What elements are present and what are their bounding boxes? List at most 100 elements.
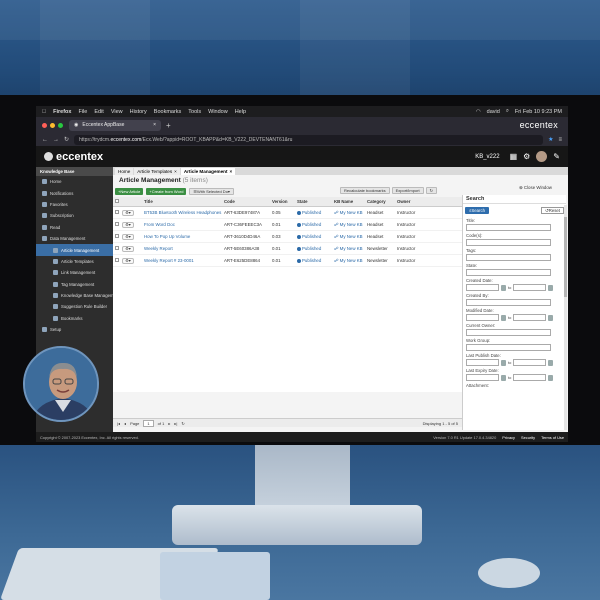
row-title[interactable]: How To Pop Up Volume (144, 234, 224, 239)
calendar-icon[interactable] (548, 314, 554, 321)
menu-edit[interactable]: Edit (94, 109, 103, 115)
search-button[interactable]: ⌕ Search (465, 207, 490, 214)
menu-app[interactable]: Firefox (53, 109, 71, 115)
menu-datetime[interactable]: Fri Feb 10 9:23 PM (515, 109, 562, 115)
menu-user[interactable]: david (487, 109, 500, 115)
date-to-input[interactable] (513, 374, 547, 381)
refresh-button[interactable]: ↻ (425, 187, 437, 194)
date-to-input[interactable] (513, 284, 547, 291)
search-field-input[interactable] (466, 254, 551, 261)
date-from-input[interactable] (466, 314, 499, 321)
row-actions-gear-icon[interactable]: ⚙▾ (122, 221, 134, 228)
table-row[interactable]: ⚙▾ BT53B Bluetooth Wireless Headphones ART… (113, 207, 462, 219)
row-actions-gear-icon[interactable]: ⚙▾ (122, 209, 134, 216)
table-row[interactable]: ⚙▾ Weekly Report # 23-0001 ART-E625DE8864 0… (113, 255, 462, 267)
col-category[interactable]: Category (367, 199, 397, 204)
sidebar-item-home[interactable]: Home (36, 176, 113, 187)
row-title[interactable]: Weekly Report (144, 246, 224, 251)
search-field-input[interactable] (466, 269, 551, 276)
row-kb-name[interactable]: ☍ My New KB (334, 210, 367, 216)
menu-view[interactable]: View (111, 109, 123, 115)
col-kb-name[interactable]: KB Name (334, 199, 367, 204)
search-field-input[interactable] (466, 224, 551, 231)
tab-home[interactable]: Home (115, 168, 134, 175)
reload-icon[interactable]: ↻ (64, 136, 69, 143)
apple-icon[interactable]:  (42, 109, 46, 115)
recalculate-bookmarks-button[interactable]: Recalculate bookmarks (340, 187, 390, 194)
date-to-input[interactable] (513, 359, 547, 366)
row-checkbox[interactable] (115, 258, 119, 262)
close-window-button[interactable]: ⊗ Close Window (519, 185, 552, 191)
menu-tools[interactable]: Tools (188, 109, 201, 115)
sidebar-item-link-management[interactable]: Link Management (36, 267, 113, 278)
col-code[interactable]: Code (224, 199, 272, 204)
tab-article-templates[interactable]: Article Templates × (134, 168, 180, 175)
col-version[interactable]: Version (272, 199, 297, 204)
row-checkbox[interactable] (115, 210, 119, 214)
close-tab-icon[interactable]: × (153, 122, 156, 128)
col-owner[interactable]: Owner (397, 199, 417, 204)
search-scrollbar[interactable] (564, 205, 567, 430)
new-article-button[interactable]: + New Article (115, 188, 144, 195)
calendar-icon[interactable] (501, 359, 506, 366)
bookmark-star-icon[interactable]: ★ (548, 136, 553, 143)
table-row[interactable]: ⚙▾ From Word Doc ART-C36FEEEC3A 0.01 Publish… (113, 219, 462, 231)
date-from-input[interactable] (466, 374, 499, 381)
row-title[interactable]: Weekly Report # 23-0001 (144, 258, 224, 263)
sidebar-item-knowledge-base-management[interactable]: Knowledge Base Management (36, 290, 113, 301)
row-kb-name[interactable]: ☍ My New KB (334, 246, 367, 252)
privacy-link[interactable]: Privacy (502, 435, 515, 440)
reset-button[interactable]: ↺ Reset (541, 207, 564, 214)
row-title[interactable]: From Word Doc (144, 222, 224, 227)
refresh-icon[interactable]: ↻ (181, 421, 184, 426)
calendar-icon[interactable] (501, 284, 506, 291)
kb-version[interactable]: KB_v222 (475, 154, 499, 160)
row-kb-name[interactable]: ☍ My New KB (334, 258, 367, 264)
calendar-icon[interactable] (501, 374, 506, 381)
col-state[interactable]: State (297, 199, 334, 204)
sidebar-item-data-management[interactable]: Data Management (36, 233, 113, 244)
table-row[interactable]: ⚙▾ How To Pop Up Volume ART-3610D4D46A 0.03… (113, 231, 462, 243)
sidebar-item-article-templates[interactable]: Article Templates (36, 256, 113, 267)
close-window-icon[interactable] (42, 122, 47, 128)
calendar-icon[interactable] (501, 314, 506, 321)
col-title[interactable]: Title (144, 199, 224, 204)
sidebar-item-suggestion-rule-builder[interactable]: Suggestion Rule Builder (36, 301, 113, 312)
address-input[interactable]: https://trydcm. eccentex.com/Ecx.Web/?app… (74, 134, 544, 145)
apps-grid-icon[interactable]: ▦ (510, 152, 518, 161)
row-kb-name[interactable]: ☍ My New KB (334, 222, 367, 228)
search-field-input[interactable] (466, 299, 551, 306)
date-from-input[interactable] (466, 284, 499, 291)
select-all-checkbox[interactable] (115, 199, 119, 203)
sidebar-header[interactable]: Knowledge Base (36, 167, 113, 176)
with-selected-button[interactable]: ☰ With Selected Do ▾ (189, 188, 234, 195)
security-link[interactable]: Security (521, 435, 535, 440)
calendar-icon[interactable] (548, 374, 554, 381)
table-row[interactable]: ⚙▾ Weekly Report ART-5E60386A38 0.01 Publish… (113, 243, 462, 255)
sidebar-item-article-management[interactable]: Article Management (36, 244, 113, 256)
row-checkbox[interactable] (115, 222, 119, 226)
sidebar-item-read[interactable]: Read (36, 222, 113, 233)
export-import-button[interactable]: Export/Import (391, 187, 424, 194)
date-from-input[interactable] (466, 359, 499, 366)
back-icon[interactable]: ← (42, 137, 48, 143)
row-checkbox[interactable] (115, 234, 119, 238)
edit-pen-icon[interactable]: ✎ (553, 152, 560, 161)
menu-bookmarks[interactable]: Bookmarks (154, 109, 182, 115)
sidebar-item-setup[interactable]: Setup (36, 324, 113, 335)
row-kb-name[interactable]: ☍ My New KB (334, 234, 367, 240)
last-page-icon[interactable]: ▸| (174, 421, 177, 426)
date-to-input[interactable] (513, 314, 547, 321)
search-field-input[interactable] (466, 239, 551, 246)
row-actions-gear-icon[interactable]: ⚙▾ (122, 233, 134, 240)
close-icon[interactable]: × (174, 169, 177, 174)
page-input[interactable]: 1 (143, 419, 154, 427)
sidebar-item-favorites[interactable]: Favorites (36, 199, 113, 210)
menu-help[interactable]: Help (235, 109, 246, 115)
sidebar-item-tag-management[interactable]: Tag Management (36, 279, 113, 290)
menu-history[interactable]: History (130, 109, 147, 115)
first-page-icon[interactable]: |◂ (117, 421, 120, 426)
calendar-icon[interactable] (548, 359, 554, 366)
next-page-icon[interactable]: ▸ (168, 421, 170, 426)
row-actions-gear-icon[interactable]: ⚙▾ (122, 245, 134, 252)
